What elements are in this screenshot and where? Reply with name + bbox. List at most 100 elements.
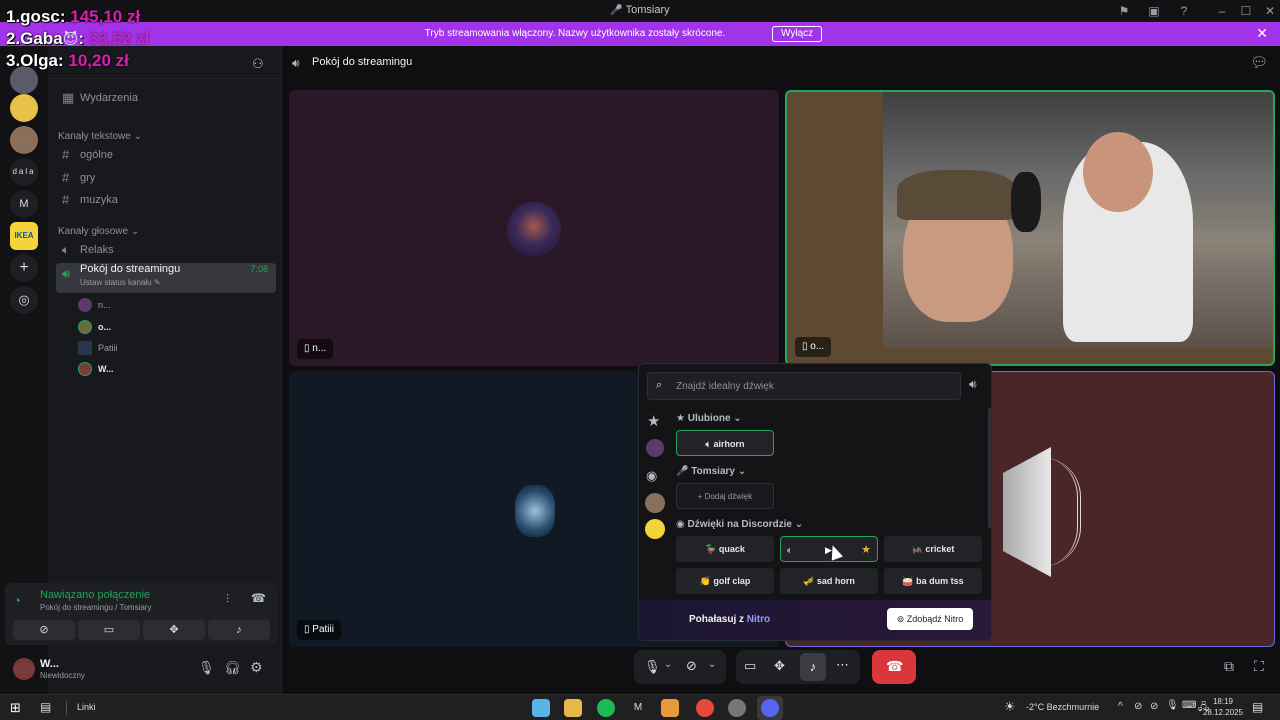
popout-icon[interactable]: ⧉ [1224, 658, 1234, 675]
discord-taskbar-icon[interactable] [757, 696, 783, 720]
sound-ba-dum-tss-button[interactable]: 🥁 ba dum tss [884, 568, 982, 594]
fullscreen-icon[interactable]: ⛶ [1254, 658, 1264, 675]
camera-off-icon[interactable]: ⊘ [686, 658, 697, 674]
file-explorer-icon[interactable] [564, 699, 582, 717]
settings-gear-icon[interactable]: ⚙ [250, 659, 263, 676]
sound-waves [1041, 457, 1081, 567]
sound-airhorn-button[interactable]: 🔈︎ airhorn [676, 430, 774, 456]
voice-user[interactable]: Patiii [76, 338, 118, 358]
soundboard-popup: ⌕ Znajdź idealny dźwięk 🔊︎ ★ ◉ ★ Ulubion… [638, 363, 992, 641]
microphone-icon[interactable]: 🎙︎ [198, 660, 215, 676]
signal-icon[interactable]: ◔ [13, 593, 21, 608]
discord-icon[interactable]: ◉ [646, 468, 657, 484]
tray-chevron-icon[interactable]: ^ [1118, 701, 1123, 712]
help-icon[interactable]: ? [1176, 3, 1192, 19]
avatar[interactable] [13, 658, 35, 680]
channel-voice-streaming[interactable]: 🔊︎ Pokój do streamingu 7:08 Ustaw status… [56, 263, 276, 293]
microphone-icon[interactable]: 🎙︎ [644, 659, 661, 675]
keyboard-icon[interactable]: ⌨ [1182, 700, 1196, 711]
headphones-icon[interactable]: 🎧︎ [224, 660, 241, 676]
category-voice[interactable]: Kanały głosowe ⌄ [58, 226, 139, 237]
app-icon[interactable] [661, 699, 679, 717]
sound-search-input[interactable]: ⌕ Znajdź idealny dźwięk [647, 372, 961, 400]
voice-user[interactable]: o... [76, 317, 111, 337]
spotify-icon[interactable] [597, 699, 615, 717]
channel-text-gry[interactable]: # gry [56, 167, 276, 189]
channel-text-ogolne[interactable]: # ogólne [56, 144, 276, 166]
end-call-button[interactable]: ☎ [872, 650, 916, 684]
screen-icon[interactable]: ▣ [1146, 3, 1162, 19]
server-avatar[interactable] [646, 439, 664, 457]
video-tile[interactable]: ▯ n... [289, 90, 779, 366]
sound-cricket-button[interactable]: 🦗 cricket [884, 536, 982, 562]
server-dala[interactable]: dala [10, 158, 38, 186]
soundboard-button[interactable]: ♪ [208, 620, 270, 640]
chevron-down-icon[interactable]: ⌄ [708, 659, 716, 670]
channel-events[interactable]: ▦ Wydarzenia [56, 87, 276, 109]
inbox-icon[interactable]: ⚑ [1116, 3, 1132, 19]
add-sound-button[interactable]: + Dodaj dźwięk [676, 483, 774, 509]
user-name[interactable]: W... [40, 658, 59, 670]
speaker-icon: 🔊︎ [62, 266, 71, 281]
disconnect-icon[interactable]: ☎ [251, 591, 266, 605]
scrollbar[interactable] [988, 408, 991, 528]
close-window-icon[interactable]: ✕ [1262, 3, 1278, 19]
microphone-tray-icon[interactable]: 🎙︎ [1166, 700, 1179, 711]
category-text[interactable]: Kanały tekstowe ⌄ [58, 131, 142, 142]
server-icon[interactable] [10, 94, 38, 122]
server-m[interactable]: M [10, 190, 38, 218]
app-icon[interactable] [532, 699, 550, 717]
server-sounds-header[interactable]: 🎤 Tomsiary ⌄ [676, 466, 746, 477]
noise-suppression-icon[interactable]: ⫶ [226, 592, 229, 607]
more-icon[interactable]: ⋯ [836, 657, 849, 673]
favorites-header[interactable]: ★ Ulubione ⌄ [676, 413, 742, 424]
weather-icon[interactable]: ☀ [1004, 699, 1016, 715]
voice-status[interactable]: Nawiązano połączenie [40, 589, 150, 601]
server-ikea-icon[interactable]: IKEA [10, 222, 38, 250]
channel-text-muzyka[interactable]: # muzyka [56, 189, 276, 211]
maximize-icon[interactable]: ☐ [1238, 3, 1254, 19]
soundboard-icon[interactable]: ♪ [800, 653, 826, 681]
voice-user[interactable]: W... [76, 359, 114, 379]
server-avatar[interactable] [645, 493, 665, 513]
activities-button[interactable]: ✥ [143, 620, 205, 640]
windows-start-icon[interactable]: ⊞ [10, 700, 21, 716]
temperature[interactable]: -2°C Bezchmurnie [1026, 702, 1099, 712]
share-screen-button[interactable]: ▭ [78, 620, 140, 640]
task-view-icon[interactable]: ▤ [40, 700, 51, 714]
close-banner-icon[interactable]: ✕ [1256, 25, 1268, 42]
invite-icon[interactable]: ⚇ [252, 56, 264, 72]
discover-icon[interactable]: ◎ [10, 286, 38, 314]
clock[interactable]: 18:19 28.12.2025 [1200, 696, 1246, 718]
share-screen-icon[interactable]: ▭ [744, 658, 756, 674]
server-icon[interactable] [10, 126, 38, 154]
chat-icon[interactable]: 💬︎ [1250, 54, 1268, 71]
tile-name-tag: ▯ n... [297, 339, 334, 359]
streamer-mode-banner: Tryb streamowania włączony. Nazwy użytko… [0, 22, 1280, 46]
notifications-icon[interactable]: ▤ [1252, 700, 1263, 714]
disable-streamer-mode-button[interactable]: Wyłącz [772, 26, 823, 42]
chevron-down-icon[interactable]: ⌄ [664, 659, 672, 670]
add-server-icon[interactable]: + [10, 254, 38, 282]
windows-taskbar: ⊞ ▤ Linki M ☀ -2°C Bezchmurnie ^ ⊘ ⊘ 🎙︎ … [0, 694, 1280, 720]
sound-sad-horn-button[interactable]: 🎺 sad horn [780, 568, 878, 594]
tray-icon[interactable]: ⊘ [1150, 701, 1158, 712]
sound-quack-button[interactable]: 🦆 quack [676, 536, 774, 562]
voice-location[interactable]: Pokój do streamingu / Tomsiary [40, 603, 151, 612]
discord-sounds-header[interactable]: ◉ Dźwięki na Discordzie ⌄ [676, 519, 803, 530]
tray-icon[interactable]: ⊘ [1134, 701, 1142, 712]
chrome-icon[interactable] [696, 699, 714, 717]
minimize-icon[interactable]: – [1214, 3, 1230, 19]
volume-icon[interactable]: 🔊︎ [969, 377, 977, 392]
activities-icon[interactable]: ✥ [774, 658, 785, 674]
app-icon[interactable] [728, 699, 746, 717]
voice-user[interactable]: n... [76, 295, 111, 315]
sound-golf-clap-button[interactable]: 👏 golf clap [676, 568, 774, 594]
camera-off-button[interactable]: ⊘ [13, 620, 75, 640]
get-nitro-button[interactable]: ⊚ Zdobądź Nitro [887, 608, 973, 630]
links-toolbar[interactable]: Linki [77, 702, 96, 712]
server-avatar[interactable] [645, 519, 665, 539]
video-tile-speaking[interactable]: ▯ o... [785, 90, 1275, 366]
favorites-star-icon[interactable]: ★ [647, 412, 660, 430]
app-m-icon[interactable]: M [629, 699, 647, 717]
